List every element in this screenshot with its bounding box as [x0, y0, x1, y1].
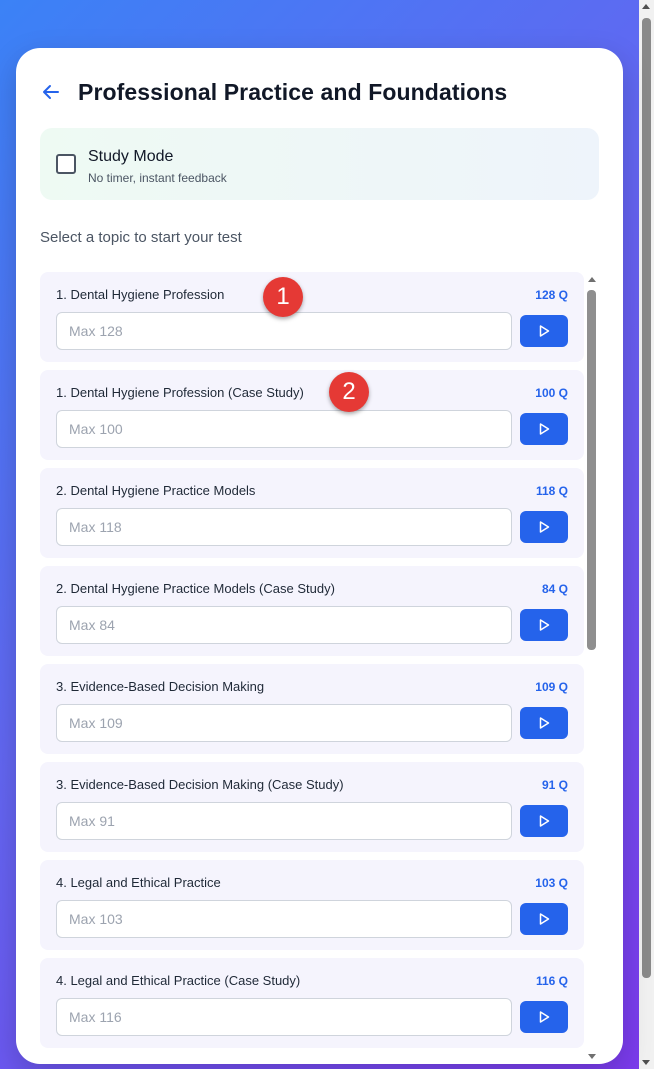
header: Professional Practice and Foundations	[40, 76, 507, 108]
topic-item: 1. Dental Hygiene Profession 128 Q	[40, 272, 584, 362]
list-scroll-down-arrow[interactable]	[588, 1054, 596, 1059]
play-icon	[539, 325, 550, 337]
topic-name: 3. Evidence-Based Decision Making (Case …	[56, 777, 344, 792]
topic-item: 1. Dental Hygiene Profession (Case Study…	[40, 370, 584, 460]
play-icon	[539, 717, 550, 729]
question-count-input[interactable]	[56, 410, 512, 448]
window-scroll-thumb[interactable]	[642, 18, 651, 978]
question-count: 118 Q	[535, 484, 568, 498]
topic-name: 1. Dental Hygiene Profession	[56, 287, 225, 302]
topic-name: 2. Dental Hygiene Practice Models	[56, 483, 256, 498]
window-scrollbar[interactable]	[639, 0, 654, 1069]
topic-name: 1. Dental Hygiene Profession (Case Study…	[56, 385, 304, 400]
study-mode-subtitle: No timer, instant feedback	[88, 171, 227, 185]
start-test-button[interactable]	[520, 1001, 568, 1033]
topic-name: 4. Legal and Ethical Practice (Case Stud…	[56, 973, 301, 988]
arrow-left-icon[interactable]	[40, 81, 62, 103]
question-count: 109 Q	[535, 680, 568, 694]
play-icon	[539, 815, 550, 827]
list-scroll-thumb[interactable]	[587, 290, 596, 650]
start-test-button[interactable]	[520, 511, 568, 543]
question-count-input[interactable]	[56, 704, 512, 742]
topic-list-scrollbar[interactable]	[587, 272, 597, 1064]
study-mode-checkbox[interactable]	[56, 154, 76, 174]
start-test-button[interactable]	[520, 707, 568, 739]
play-icon	[539, 1011, 550, 1023]
question-count: 128 Q	[535, 288, 568, 302]
topic-item: 2. Dental Hygiene Practice Models (Case …	[40, 566, 584, 656]
play-icon	[539, 913, 550, 925]
start-test-button[interactable]	[520, 903, 568, 935]
window-scroll-down-arrow[interactable]	[642, 1060, 650, 1065]
question-count-input[interactable]	[56, 900, 512, 938]
question-count-input[interactable]	[56, 802, 512, 840]
question-count: 84 Q	[541, 582, 568, 596]
study-mode-title: Study Mode	[88, 148, 174, 165]
question-count-input[interactable]	[56, 606, 512, 644]
annotation-marker-2: 2	[329, 372, 369, 412]
topic-item: 4. Legal and Ethical Practice 103 Q	[40, 860, 584, 950]
start-test-button[interactable]	[520, 805, 568, 837]
list-scroll-up-arrow[interactable]	[588, 277, 596, 282]
topic-name: 4. Legal and Ethical Practice	[56, 875, 221, 890]
annotation-marker-1: 1	[263, 277, 303, 317]
topic-item: 3. Evidence-Based Decision Making (Case …	[40, 762, 584, 852]
topic-item: 2. Dental Hygiene Practice Models 118 Q	[40, 468, 584, 558]
question-count-input[interactable]	[56, 998, 512, 1036]
question-count-input[interactable]	[56, 312, 512, 350]
question-count: 100 Q	[535, 386, 568, 400]
start-test-button[interactable]	[520, 315, 568, 347]
question-count: 103 Q	[535, 876, 568, 890]
page-title: Professional Practice and Foundations	[78, 78, 508, 105]
topic-name: 2. Dental Hygiene Practice Models (Case …	[56, 581, 335, 596]
topic-list: 1. Dental Hygiene Profession 128 Q 1. De…	[40, 272, 599, 1064]
play-icon	[539, 423, 550, 435]
window-scroll-up-arrow[interactable]	[642, 4, 650, 9]
study-mode-panel: Study Mode No timer, instant feedback	[40, 128, 599, 200]
question-count: 91 Q	[541, 778, 568, 792]
play-icon	[539, 521, 550, 533]
start-test-button[interactable]	[520, 609, 568, 641]
topic-item: 4. Legal and Ethical Practice (Case Stud…	[40, 958, 584, 1048]
topic-item: 3. Evidence-Based Decision Making 109 Q	[40, 664, 584, 754]
topic-selection-card: Professional Practice and Foundations St…	[16, 48, 623, 1064]
question-count: 116 Q	[535, 974, 568, 988]
question-count-input[interactable]	[56, 508, 512, 546]
start-test-button[interactable]	[520, 413, 568, 445]
select-topic-label: Select a topic to start your test	[40, 229, 242, 246]
play-icon	[539, 619, 550, 631]
topic-name: 3. Evidence-Based Decision Making	[56, 679, 265, 694]
